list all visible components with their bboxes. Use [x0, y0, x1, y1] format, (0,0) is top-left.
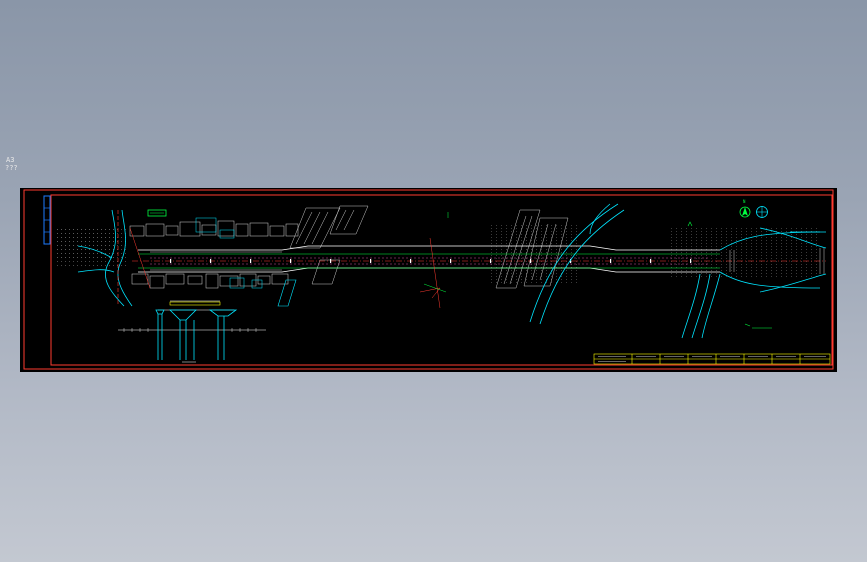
inner-frame	[50, 194, 833, 366]
sheet-note: ???	[5, 164, 18, 172]
buildings-left	[129, 220, 299, 289]
cad-drawing-canvas[interactable]: N	[20, 188, 837, 372]
cross-section-detail	[118, 300, 266, 363]
outer-frame	[23, 189, 834, 370]
north-arrow-icon	[739, 206, 751, 218]
title-block	[593, 353, 831, 365]
sheet-size-label: A3	[6, 156, 15, 164]
compass-letter: N	[743, 199, 746, 204]
cad-drawing-svg: N	[23, 189, 834, 370]
terrain-right	[670, 228, 820, 278]
compass-circle-icon	[756, 206, 768, 218]
terrain-mid	[490, 223, 580, 283]
